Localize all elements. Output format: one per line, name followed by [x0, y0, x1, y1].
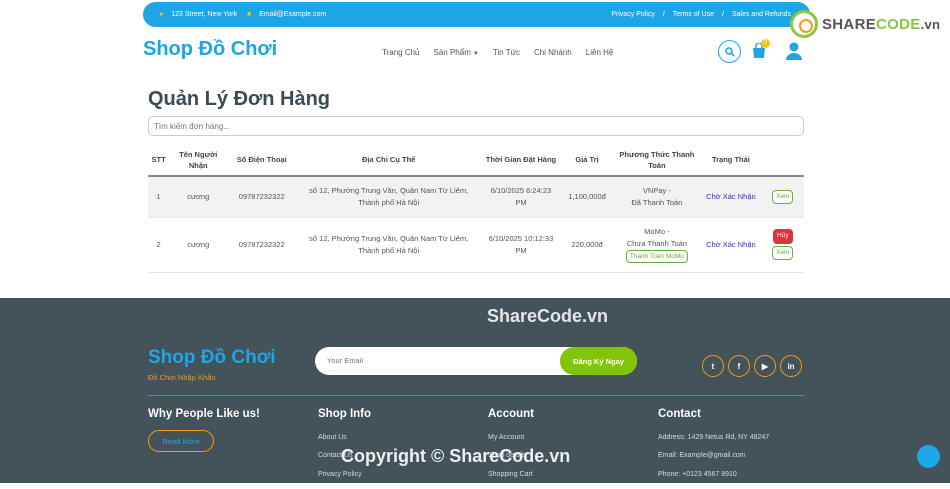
col-value: Giá Trị: [560, 145, 614, 177]
col-order-time: Thời Gian Đặt Hàng: [481, 145, 561, 177]
cart-button[interactable]: 0: [751, 39, 770, 61]
youtube-icon[interactable]: ▶: [754, 355, 776, 377]
user-icon: [786, 42, 802, 60]
cell-address: số 12, Phường Trung Văn, Quận Nam Từ Liê…: [296, 217, 482, 273]
orders-table: STT Tên Người Nhận Số Điện Thoại Địa Chỉ…: [148, 145, 804, 273]
cell-status: Chờ Xác Nhận: [700, 176, 762, 218]
cell-phone: 09787232322: [227, 176, 297, 218]
search-button[interactable]: [718, 40, 741, 63]
footer-col-title: Why People Like us!: [148, 408, 260, 420]
account-button[interactable]: [786, 42, 802, 60]
nav-news[interactable]: Tin Tức: [493, 48, 520, 57]
copyright-watermark: Copyright © ShareCode.vn: [341, 446, 571, 466]
sharecode-logo-text: SHARECODE.vn: [822, 15, 941, 33]
cell-value: 220,000đ: [560, 217, 614, 273]
read-more-button[interactable]: Read More: [148, 430, 214, 452]
top-info-bar: ● 123 Street, New York ■ Email@Example.com…: [143, 2, 810, 27]
link-terms[interactable]: Terms of Use: [673, 11, 714, 18]
location-icon: ●: [159, 11, 164, 18]
top-contact: ● 123 Street, New York ■ Email@Example.com: [159, 11, 334, 18]
subscribe-button[interactable]: Đăng Ký Ngay: [560, 347, 637, 375]
payment-method: MoMo -: [644, 226, 670, 236]
cell-time: 6/10/2025 6:24:23 PM: [481, 176, 561, 218]
payment-status: Đã Thanh Toán: [631, 197, 683, 207]
nav-home[interactable]: Trang Chủ: [382, 48, 420, 57]
link-separator: /: [721, 11, 724, 18]
cancel-button[interactable]: Hủy: [773, 229, 793, 244]
col-address: Địa Chỉ Cụ Thể: [296, 145, 482, 177]
footer-divider: [148, 395, 804, 396]
cell-value: 1,100,000đ: [560, 176, 614, 218]
footer-link-privacy[interactable]: Privacy Policy: [318, 471, 371, 479]
cell-name: cương: [169, 217, 228, 273]
facebook-icon[interactable]: f: [728, 355, 750, 377]
top-address: 123 Street, New York: [171, 11, 237, 18]
link-privacy-policy[interactable]: Privacy Policy: [611, 11, 655, 18]
footer-brand[interactable]: Shop Đồ Chơi: [148, 347, 276, 369]
top-email: Email@Example.com: [259, 11, 327, 18]
footer-tagline: Đồ Chơi Nhập Khẩu: [148, 373, 216, 382]
page-title: Quản Lý Đơn Hàng: [148, 88, 331, 110]
nav-branches[interactable]: Chi Nhánh: [534, 48, 572, 57]
cell-payment: VNPay - Đã Thanh Toán: [613, 176, 701, 218]
nav-products[interactable]: Sản Phẩm ▼: [434, 48, 479, 57]
col-recipient: Tên Người Nhận: [169, 145, 228, 177]
search-icon: [724, 46, 735, 57]
footer-phone: Phone: +0123 4567 8910: [658, 470, 737, 478]
col-phone: Số Điện Thoại: [227, 145, 297, 177]
footer-address: Address: 1429 Netus Rd, NY 48247: [658, 434, 770, 441]
view-button[interactable]: Xem: [772, 245, 794, 260]
footer-col-title: Contact: [658, 408, 701, 420]
footer-link-my-account[interactable]: My Account: [488, 434, 534, 442]
newsletter-form: Đăng Ký Ngay: [315, 347, 637, 375]
footer-link-about[interactable]: About Us: [318, 434, 371, 442]
back-to-top-button[interactable]: [917, 445, 940, 468]
top-links: Privacy Policy / Terms of Use / Sales an…: [608, 11, 794, 18]
social-links: t f ▶ in: [702, 355, 802, 377]
col-stt: STT: [148, 145, 170, 177]
cart-count-badge: 0: [761, 39, 770, 48]
footer-col-title: Shop Info: [318, 408, 372, 420]
col-payment-method: Phương Thức Thanh Toán: [613, 145, 701, 177]
cell-name: cương: [169, 176, 228, 218]
sharecode-logo-icon: [790, 10, 818, 38]
footer-col-title: Account: [488, 408, 534, 420]
twitter-icon[interactable]: t: [702, 355, 724, 377]
envelope-icon: ■: [246, 11, 252, 18]
shop-logo-title[interactable]: Shop Đồ Chơi: [143, 38, 277, 61]
pay-momo-button[interactable]: Thanh Toán MoMo: [625, 249, 688, 264]
view-button[interactable]: Xem: [772, 189, 794, 204]
nav-contact[interactable]: Liên Hệ: [586, 48, 614, 57]
cell-stt: 2: [148, 217, 170, 273]
footer-email: Email: Example@gmail.com: [658, 452, 746, 460]
footer-link-cart[interactable]: Shopping Cart: [488, 471, 534, 479]
linkedin-icon[interactable]: in: [780, 355, 802, 377]
payment-status: Chưa Thanh Toán: [626, 238, 687, 248]
table-row: 2 cương 09787232322 số 12, Phường Trung …: [148, 217, 804, 273]
cell-time: 6/10/2025 10:12:33 PM: [481, 217, 561, 273]
table-header-row: STT Tên Người Nhận Số Điện Thoại Địa Chỉ…: [148, 145, 804, 177]
link-sales-refunds[interactable]: Sales and Refunds: [732, 11, 791, 18]
link-separator: /: [662, 11, 665, 18]
col-status: Trạng Thái: [700, 145, 762, 177]
newsletter-email-input[interactable]: [327, 356, 547, 365]
cell-phone: 09787232322: [227, 217, 297, 273]
cell-actions: Hủy Xem: [761, 217, 804, 273]
payment-method: VNPay -: [642, 185, 671, 195]
cell-address: số 12, Phường Trung Văn, Quận Nam Từ Liê…: [296, 176, 482, 218]
sharecode-logo: SHARECODE.vn: [790, 10, 940, 38]
order-search-input[interactable]: [148, 116, 804, 136]
footer-col-contact: Contact Address: 1429 Netus Rd, NY 48247…: [658, 408, 769, 489]
cell-status: Chờ Xác Nhận: [700, 217, 762, 273]
main-nav: Trang Chủ Sản Phẩm ▼ Tin Tức Chi Nhánh Li…: [382, 48, 613, 57]
table-row: 1 cương 09787232322 số 12, Phường Trung …: [148, 176, 804, 218]
cell-stt: 1: [148, 176, 170, 218]
cell-actions: Xem: [761, 176, 804, 218]
chevron-down-icon: ▼: [472, 51, 479, 57]
cell-payment: MoMo - Chưa Thanh Toán Thanh Toán MoMo: [613, 217, 701, 273]
col-actions: [761, 145, 804, 177]
footer-watermark: ShareCode.vn: [487, 306, 609, 326]
